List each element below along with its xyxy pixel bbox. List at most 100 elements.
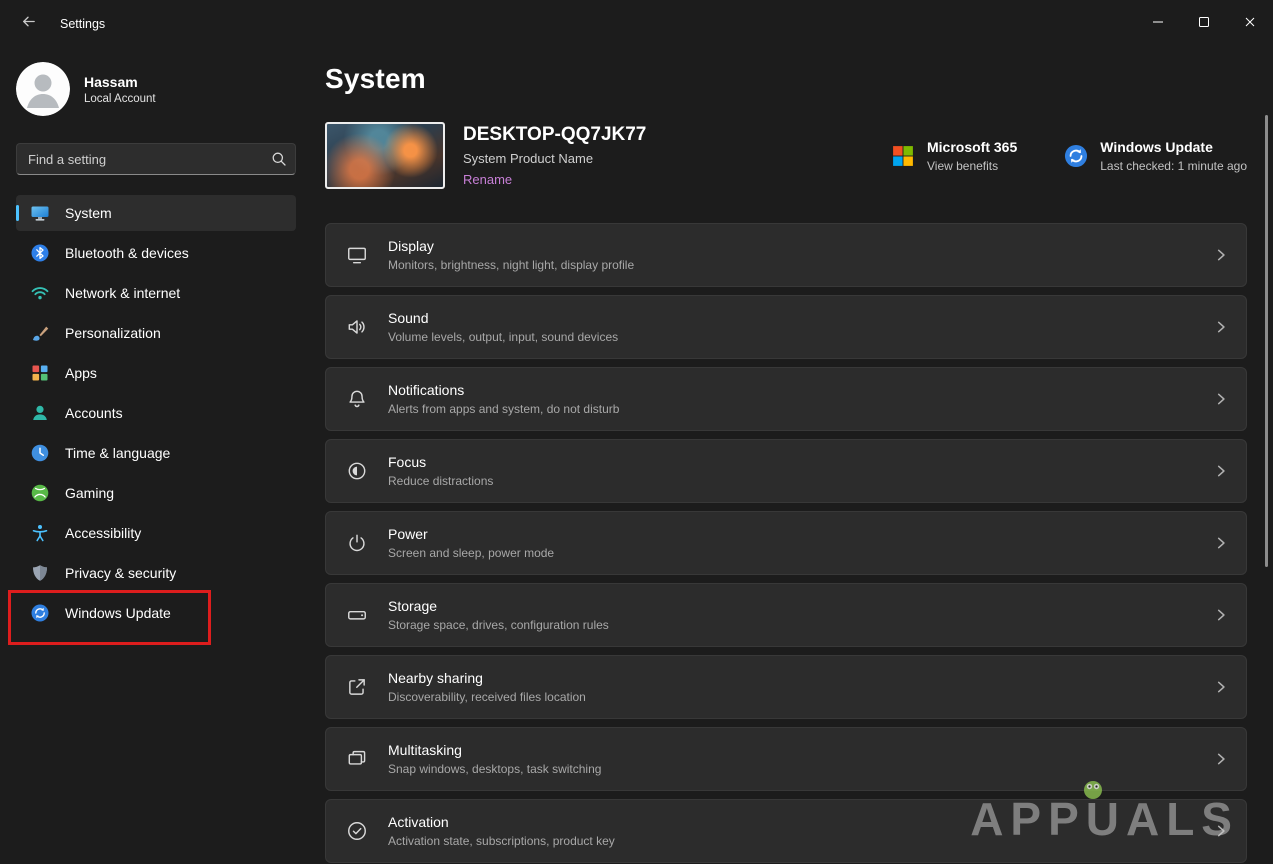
microsoft-365-icon xyxy=(890,143,916,169)
window-title: Settings xyxy=(60,17,106,31)
sidebar-item-label: Gaming xyxy=(65,485,115,501)
device-name: DESKTOP-QQ7JK77 xyxy=(463,124,647,145)
chevron-right-icon xyxy=(1214,536,1228,550)
row-subtitle: Reduce distractions xyxy=(388,474,494,488)
sidebar-item-label: Network & internet xyxy=(65,285,181,301)
windows-update-text: Windows Update Last checked: 1 minute ag… xyxy=(1100,139,1247,173)
network-icon xyxy=(30,283,50,303)
sidebar-item-label: Accessibility xyxy=(65,525,142,541)
windows-update-title: Windows Update xyxy=(1100,138,1213,155)
search-input[interactable] xyxy=(16,143,296,175)
accessibility-icon xyxy=(30,523,50,543)
sidebar-item-system[interactable]: System xyxy=(16,195,296,231)
sound-icon xyxy=(346,316,368,338)
chevron-right-icon xyxy=(1214,320,1228,334)
sidebar-item-accessibility[interactable]: Accessibility xyxy=(16,515,296,551)
rename-link[interactable]: Rename xyxy=(463,172,646,187)
storage-icon xyxy=(346,604,368,626)
page-title: System xyxy=(325,63,426,94)
sidebar-item-network-internet[interactable]: Network & internet xyxy=(16,275,296,311)
multitasking-icon xyxy=(346,748,368,770)
chevron-right-icon xyxy=(1214,608,1228,622)
windows-update-subtitle: Last checked: 1 minute ago xyxy=(1100,158,1247,173)
maximize-button[interactable] xyxy=(1181,0,1227,48)
sidebar-item-personalization[interactable]: Personalization xyxy=(16,315,296,351)
settings-row-notifications[interactable]: Notifications Alerts from apps and syste… xyxy=(325,367,1247,431)
row-text: Nearby sharing Discoverability, received… xyxy=(388,670,586,704)
windows-update-icon xyxy=(30,603,50,623)
device-wallpaper-thumbnail xyxy=(325,122,445,189)
titlebar: Settings xyxy=(0,0,1273,48)
settings-row-display[interactable]: Display Monitors, brightness, night ligh… xyxy=(325,223,1247,287)
system-icon xyxy=(30,203,50,223)
minimize-button[interactable] xyxy=(1135,0,1181,48)
sidebar-item-time-language[interactable]: Time & language xyxy=(16,435,296,471)
main-content: System DESKTOP-QQ7JK77 System Product Na… xyxy=(312,48,1273,864)
row-subtitle: Discoverability, received files location xyxy=(388,690,586,704)
sidebar-item-label: Bluetooth & devices xyxy=(65,245,189,261)
microsoft-365-block[interactable]: Microsoft 365 View benefits xyxy=(890,139,1017,173)
personalization-icon xyxy=(30,323,50,343)
activation-icon xyxy=(346,820,368,842)
row-subtitle: Snap windows, desktops, task switching xyxy=(388,762,602,776)
scrollbar[interactable] xyxy=(1265,115,1268,567)
close-button[interactable] xyxy=(1227,0,1273,48)
minimize-icon xyxy=(1152,15,1164,33)
row-text: Multitasking Snap windows, desktops, tas… xyxy=(388,742,601,776)
bluetooth-icon xyxy=(30,243,50,263)
back-arrow-icon xyxy=(20,13,37,35)
notifications-icon xyxy=(346,388,368,410)
avatar xyxy=(16,62,70,116)
gaming-icon xyxy=(30,483,50,503)
microsoft-365-subtitle[interactable]: View benefits xyxy=(927,159,1017,173)
focus-icon xyxy=(346,460,368,482)
row-title: Sound xyxy=(388,310,429,326)
row-title: Activation xyxy=(388,814,449,830)
settings-row-focus[interactable]: Focus Reduce distractions xyxy=(325,439,1247,503)
chevron-right-icon xyxy=(1214,752,1228,766)
row-text: Focus Reduce distractions xyxy=(388,454,493,488)
row-text: Activation Activation state, subscriptio… xyxy=(388,814,615,848)
row-text: Sound Volume levels, output, input, soun… xyxy=(388,310,618,344)
sidebar-item-accounts[interactable]: Accounts xyxy=(16,395,296,431)
row-text: Display Monitors, brightness, night ligh… xyxy=(388,238,634,272)
search-box xyxy=(16,143,296,175)
settings-row-power[interactable]: Power Screen and sleep, power mode xyxy=(325,511,1247,575)
sidebar-item-label: Apps xyxy=(65,365,97,381)
settings-row-nearby-sharing[interactable]: Nearby sharing Discoverability, received… xyxy=(325,655,1247,719)
row-subtitle: Volume levels, output, input, sound devi… xyxy=(388,330,619,344)
search-icon xyxy=(271,151,287,167)
chevron-right-icon xyxy=(1214,392,1228,406)
sidebar-item-privacy-security[interactable]: Privacy & security xyxy=(16,555,296,591)
chevron-right-icon xyxy=(1214,680,1228,694)
device-info: DESKTOP-QQ7JK77 System Product Name Rena… xyxy=(463,124,646,187)
windows-update-icon xyxy=(1063,143,1089,169)
row-subtitle: Alerts from apps and system, do not dist… xyxy=(388,402,620,416)
sidebar-item-windows-update[interactable]: Windows Update xyxy=(16,595,296,631)
sidebar-item-label: Privacy & security xyxy=(65,565,177,581)
apps-icon xyxy=(30,363,50,383)
display-icon xyxy=(346,244,368,266)
sidebar-item-apps[interactable]: Apps xyxy=(16,355,296,391)
settings-row-sound[interactable]: Sound Volume levels, output, input, soun… xyxy=(325,295,1247,359)
settings-row-activation[interactable]: Activation Activation state, subscriptio… xyxy=(325,799,1247,863)
settings-row-multitasking[interactable]: Multitasking Snap windows, desktops, tas… xyxy=(325,727,1247,791)
maximize-icon xyxy=(1198,15,1210,33)
chevron-right-icon xyxy=(1214,464,1228,478)
row-title: Multitasking xyxy=(388,742,462,758)
nearby-sharing-icon xyxy=(346,676,368,698)
back-button[interactable] xyxy=(12,9,44,39)
sidebar-item-bluetooth-devices[interactable]: Bluetooth & devices xyxy=(16,235,296,271)
user-text: Hassam Local Account xyxy=(84,74,156,105)
selected-accent-pill xyxy=(16,205,19,221)
privacy-icon xyxy=(30,563,50,583)
row-subtitle: Monitors, brightness, night light, displ… xyxy=(388,258,635,272)
chevron-right-icon xyxy=(1214,824,1228,838)
sidebar-item-gaming[interactable]: Gaming xyxy=(16,475,296,511)
row-title: Storage xyxy=(388,598,438,614)
windows-update-block[interactable]: Windows Update Last checked: 1 minute ag… xyxy=(1063,139,1247,173)
settings-row-storage[interactable]: Storage Storage space, drives, configura… xyxy=(325,583,1247,647)
user-profile[interactable]: Hassam Local Account xyxy=(16,62,296,116)
row-title: Power xyxy=(388,526,428,542)
microsoft-365-text: Microsoft 365 View benefits xyxy=(927,139,1017,173)
